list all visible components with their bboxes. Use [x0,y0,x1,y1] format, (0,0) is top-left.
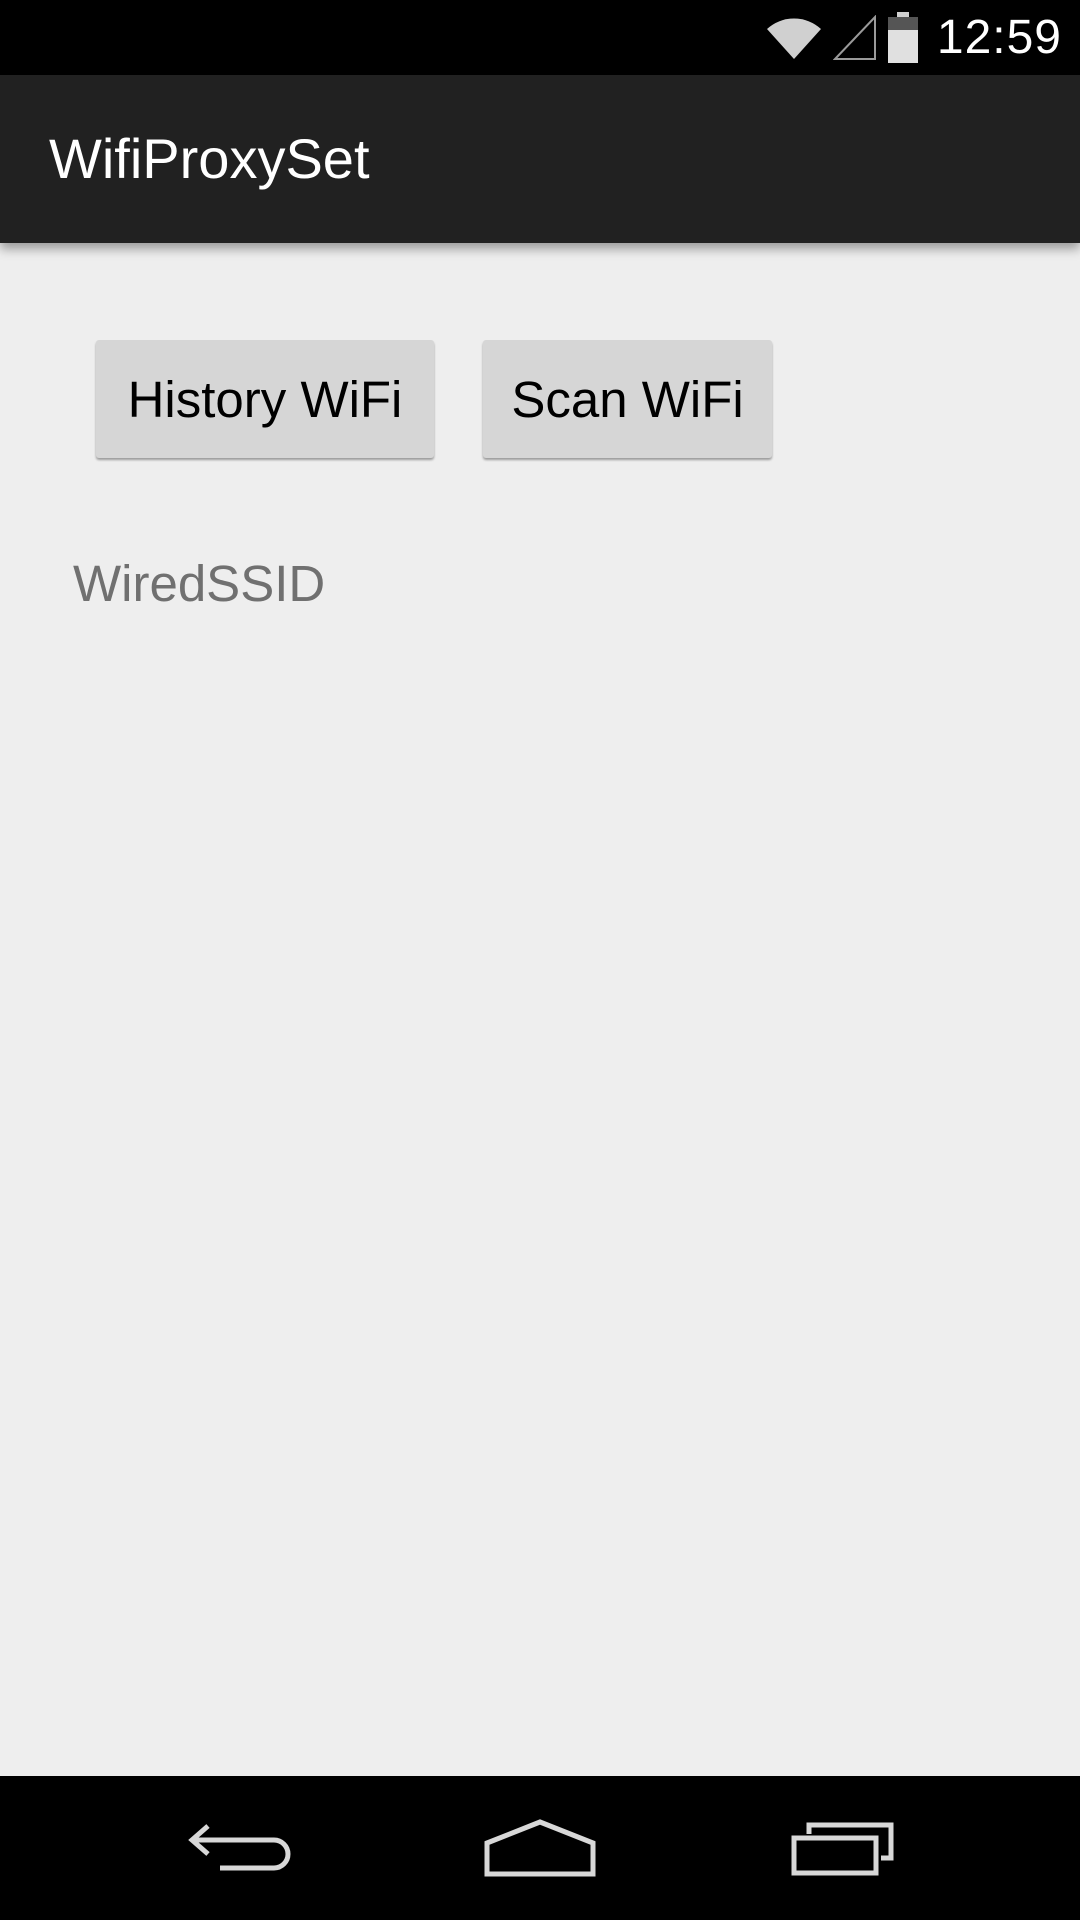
recent-apps-icon [791,1822,894,1876]
wifi-icon [766,18,821,59]
history-wifi-button[interactable]: History WiFi [96,340,434,458]
app-bar: WifiProxySet [0,75,1080,243]
status-bar: 12:59 [0,0,1080,75]
status-icons: 12:59 [765,0,1062,75]
cell-signal-icon [832,14,876,60]
ssid-text: WiredSSID [73,555,326,612]
home-button[interactable] [450,1776,630,1920]
app-screen: 12:59 WifiProxySet History WiFi Scan WiF… [0,0,1080,1920]
app-title: WifiProxySet [49,127,370,190]
navigation-bar [0,1776,1080,1920]
home-icon [484,1819,596,1877]
scan-wifi-button[interactable]: Scan WiFi [483,340,772,458]
main-content: History WiFi Scan WiFi WiredSSID [0,243,1080,1776]
recent-apps-button[interactable] [753,1776,933,1920]
battery-icon [887,11,918,63]
back-button[interactable] [150,1776,330,1920]
back-icon [188,1824,291,1871]
status-time: 12:59 [936,11,1062,64]
